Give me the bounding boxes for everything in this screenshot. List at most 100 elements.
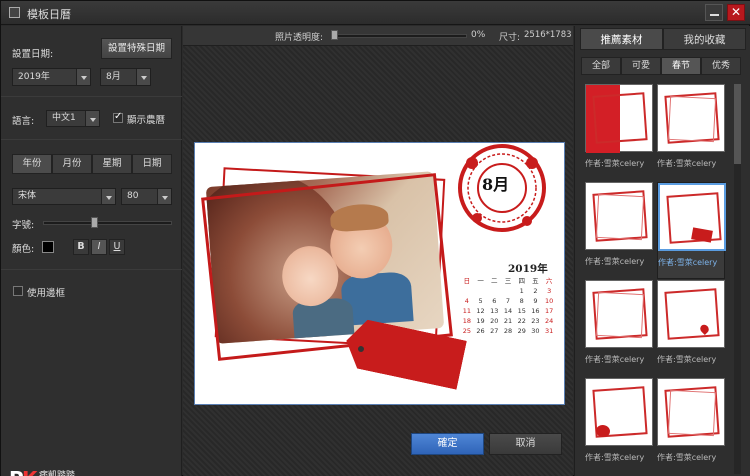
materials-panel: 推薦素材 我的收藏 全部 可愛 春节 优秀 作者:雪萊celery 作者:雪萊c…: [574, 26, 750, 476]
calendar-day: 12: [476, 307, 485, 315]
thumbnail-caption: 作者:雪萊celery: [585, 355, 645, 364]
materials-tabs: 推薦素材 我的收藏: [580, 28, 746, 50]
size-select[interactable]: 80: [121, 188, 172, 205]
svg-text:K: K: [22, 467, 39, 476]
minimize-button[interactable]: [705, 4, 723, 21]
language-value: 中文1: [52, 113, 76, 123]
tab-spring-festival[interactable]: 春节: [661, 57, 701, 75]
svg-text:痞凱踏踏: 痞凱踏踏: [39, 469, 75, 476]
calendar-day: 17: [545, 307, 554, 315]
show-lunar-checkbox[interactable]: [113, 111, 123, 123]
preview-area: 照片透明度: 0% 尺寸: 2516*1783 8月 2019年 日 一 二 三…: [183, 26, 573, 476]
underline-button[interactable]: U: [109, 239, 125, 255]
watermark-logo: P K 痞凱踏踏 pkstep.com: [9, 467, 75, 476]
calendar-day: 14: [503, 307, 513, 315]
font-size-slider[interactable]: [43, 221, 172, 225]
font-size-slider-handle[interactable]: [91, 217, 98, 228]
template-thumbnail[interactable]: 作者:雪萊celery: [585, 280, 653, 377]
calendar-day: 25: [462, 327, 471, 335]
calendar-day: 13: [490, 307, 499, 315]
weekday-header: 三: [504, 277, 512, 285]
template-thumbnail[interactable]: 作者:雪萊celery: [657, 84, 725, 181]
thumbnail-caption: 作者:雪萊celery: [657, 355, 717, 364]
calendar-day: 29: [517, 327, 526, 335]
size-value: 2516*1783: [524, 30, 572, 40]
chevron-down-icon: [76, 69, 90, 85]
color-swatch[interactable]: [42, 241, 54, 253]
thumbnails-scrollbar[interactable]: [734, 84, 741, 474]
chevron-down-icon: [157, 189, 171, 204]
calendar-day: 24: [545, 317, 554, 325]
border-label: 使用邊框: [27, 288, 66, 299]
confirm-button[interactable]: 確定: [411, 433, 484, 455]
calendar-day: 20: [490, 317, 499, 325]
settings-panel: 設置日期: 設置特殊日期 2019年 8月 語言: 中文1 顯示農曆 年份 月份…: [1, 26, 182, 476]
thumbnail-caption: 作者:雪萊celery: [657, 453, 717, 462]
scrollbar-thumb[interactable]: [734, 84, 741, 164]
weekday-header: 二: [491, 277, 498, 285]
show-lunar-label: 顯示農曆: [127, 115, 166, 126]
tab-cute[interactable]: 可愛: [621, 57, 661, 75]
calendar-day: 18: [462, 317, 471, 325]
calendar-day: [460, 288, 474, 295]
divider: [1, 96, 182, 97]
tab-weekday[interactable]: 星期: [92, 154, 132, 174]
template-thumbnails: 作者:雪萊celery 作者:雪萊celery 作者:雪萊celery 作者:雪…: [585, 84, 731, 474]
calendar-day: 28: [503, 327, 513, 335]
title-bar: 模板日曆 ✕: [1, 1, 750, 25]
tab-recommended[interactable]: 推薦素材: [580, 28, 663, 50]
font-value: 宋体: [18, 191, 37, 201]
color-label: 顏色:: [12, 244, 35, 255]
template-thumbnail-selected[interactable]: 作者:雪萊celery: [657, 182, 726, 279]
calendar-canvas[interactable]: 8月 2019年 日一二三四五六 1 2 3 4 5 6 7 8 9 10 11 12 13 14 15 16 1…: [194, 142, 565, 405]
font-select[interactable]: 宋体: [12, 188, 116, 205]
app-icon: [9, 7, 20, 18]
category-tabs: 全部 可愛 春节 优秀: [581, 57, 741, 75]
date-label: 設置日期:: [12, 49, 54, 60]
calendar-day: 9: [533, 297, 538, 305]
calendar-day: 1: [519, 287, 524, 295]
opacity-slider[interactable]: [331, 34, 467, 38]
tab-favorites[interactable]: 我的收藏: [663, 28, 746, 50]
calendar-day: [474, 288, 488, 295]
template-thumbnail[interactable]: 作者:雪萊celery: [657, 378, 725, 474]
tab-all[interactable]: 全部: [581, 57, 621, 75]
border-checkbox[interactable]: [13, 286, 23, 296]
italic-button[interactable]: I: [91, 239, 107, 255]
calendar-day: 4: [464, 297, 469, 305]
preview-year-title: 2019年: [508, 263, 548, 275]
year-select[interactable]: 2019年: [12, 68, 91, 86]
calendar-day: 11: [462, 307, 471, 315]
weekday-header: 一: [477, 277, 484, 285]
thumbnail-caption: 作者:雪萊celery: [658, 258, 718, 267]
opacity-slider-handle[interactable]: [331, 30, 338, 40]
thumbnail-caption: 作者:雪萊celery: [585, 453, 645, 462]
month-select[interactable]: 8月: [100, 68, 151, 86]
tab-excellent[interactable]: 优秀: [701, 57, 741, 75]
template-thumbnail[interactable]: 作者:雪萊celery: [585, 182, 653, 279]
tab-date[interactable]: 日期: [132, 154, 172, 174]
calendar-day: 26: [476, 327, 485, 335]
font-size-label: 字號:: [12, 220, 35, 231]
window-title: 模板日曆: [27, 8, 71, 21]
calendar-day: 7: [505, 297, 511, 305]
year-value: 2019年: [18, 72, 50, 82]
close-button[interactable]: ✕: [727, 4, 745, 21]
tab-month[interactable]: 月份: [52, 154, 92, 174]
tab-year[interactable]: 年份: [12, 154, 52, 174]
template-thumbnail[interactable]: 作者:雪萊celery: [657, 280, 725, 377]
calendar-day: 23: [531, 317, 540, 325]
calendar-day: 19: [476, 317, 485, 325]
calendar-day: 6: [492, 297, 497, 305]
special-date-button[interactable]: 設置特殊日期: [101, 38, 172, 59]
calendar-day: 5: [478, 297, 483, 305]
weekday-header: 六: [545, 277, 553, 285]
language-select[interactable]: 中文1: [46, 110, 100, 127]
template-thumbnail[interactable]: 作者:雪萊celery: [585, 378, 653, 474]
template-thumbnail[interactable]: 作者:雪萊celery: [585, 84, 653, 181]
bold-button[interactable]: B: [73, 239, 89, 255]
chevron-down-icon: [101, 189, 115, 204]
calendar-day: 31: [545, 327, 554, 335]
calendar-day: 21: [503, 317, 513, 325]
cancel-button[interactable]: 取消: [489, 433, 562, 455]
